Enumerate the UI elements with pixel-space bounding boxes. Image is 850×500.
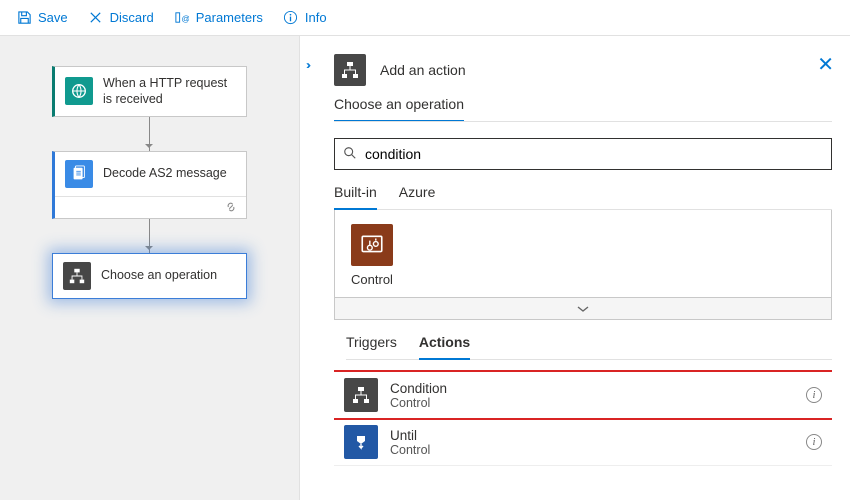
info-icon[interactable]: i [806,387,822,403]
discard-button[interactable]: Discard [80,6,162,30]
action-title: Condition [390,381,447,396]
action-list: Condition Control i Until Control i [334,360,832,500]
node-decode-as2[interactable]: Decode AS2 message [52,151,247,219]
search-input-wrapper[interactable] [334,138,832,170]
save-icon [16,10,32,26]
discard-label: Discard [110,10,154,25]
close-icon[interactable]: ✕ [817,52,834,77]
top-toolbar: Save Discard @ Parameters Info [0,0,850,36]
svg-text:@: @ [182,13,190,23]
save-label: Save [38,10,68,25]
info-button[interactable]: Info [275,6,335,30]
connector-control[interactable]: Control [351,224,393,287]
until-icon [344,425,378,459]
action-panel: ›› ✕ Add an action Choose an operation B… [300,36,850,500]
save-button[interactable]: Save [8,6,76,30]
tab-triggers[interactable]: Triggers [346,334,397,359]
http-icon [65,77,93,105]
collapse-chevron-icon[interactable]: ›› [306,58,308,72]
tab-actions[interactable]: Actions [419,334,470,360]
panel-subtitle: Choose an operation [334,96,464,122]
panel-branch-icon [334,54,366,86]
connector-grid: Control [334,210,832,298]
info-label: Info [305,10,327,25]
info-icon [283,10,299,26]
tab-azure[interactable]: Azure [399,184,436,209]
action-until[interactable]: Until Control i [334,419,832,466]
arrow-icon [149,117,150,151]
control-icon [351,224,393,266]
source-tabs: Built-in Azure [334,184,832,210]
trigger-action-tabs: Triggers Actions [346,334,832,360]
node-as2-label: Decode AS2 message [103,165,227,181]
action-subtitle: Control [390,396,447,410]
designer-canvas[interactable]: When a HTTP request is received Decode A… [0,36,300,500]
branch-icon [63,262,91,290]
info-icon[interactable]: i [806,434,822,450]
panel-title: Add an action [380,62,466,78]
node-choose-label: Choose an operation [101,267,217,283]
condition-icon [344,378,378,412]
chevron-down-icon [576,304,590,314]
search-icon [343,146,357,163]
parameters-icon: @ [174,10,190,26]
action-subtitle: Control [390,443,430,457]
action-title: Until [390,428,430,443]
discard-icon [88,10,104,26]
action-condition[interactable]: Condition Control i [334,372,832,419]
arrow-icon [149,219,150,253]
node-http-label: When a HTTP request is received [103,75,236,108]
expand-chevron[interactable] [334,298,832,320]
node-link-icon [55,196,246,218]
document-icon [65,160,93,188]
parameters-button[interactable]: @ Parameters [166,6,271,30]
parameters-label: Parameters [196,10,263,25]
search-input[interactable] [365,146,823,162]
node-http-trigger[interactable]: When a HTTP request is received [52,66,247,117]
tab-builtin[interactable]: Built-in [334,184,377,210]
connector-label: Control [351,272,393,287]
node-choose-operation[interactable]: Choose an operation [52,253,247,299]
